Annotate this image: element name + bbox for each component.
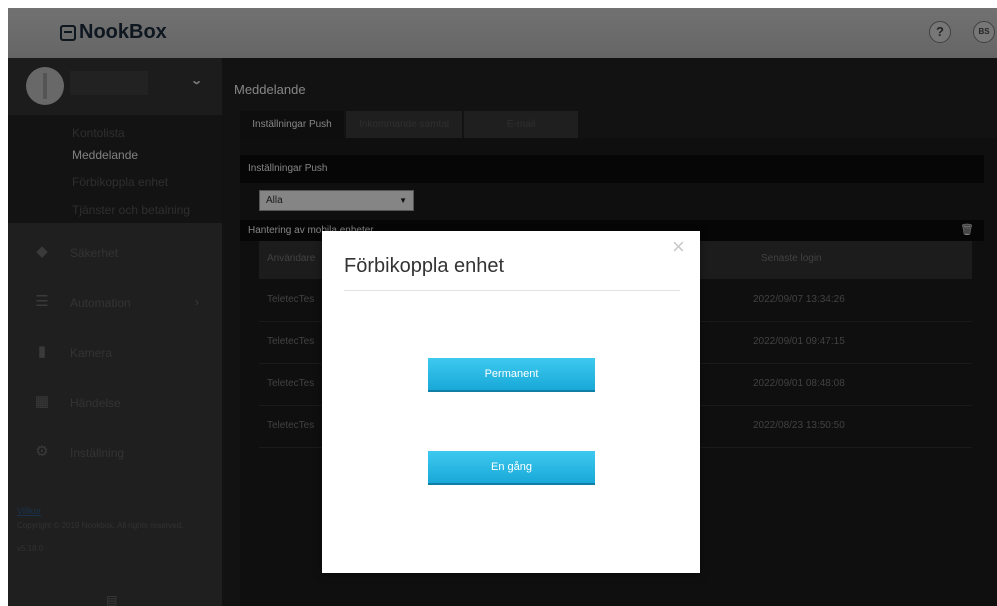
once-button[interactable]: En gång <box>428 451 595 483</box>
permanent-button[interactable]: Permanent <box>428 358 595 390</box>
app-window: NookBox ? BS ⌄ Kontolista Meddelande För… <box>8 8 997 606</box>
divider <box>344 290 680 291</box>
bypass-device-dialog: Förbikoppla enhet × Permanent En gång <box>322 231 700 573</box>
close-icon[interactable]: × <box>672 236 685 258</box>
dialog-title: Förbikoppla enhet <box>344 255 505 277</box>
